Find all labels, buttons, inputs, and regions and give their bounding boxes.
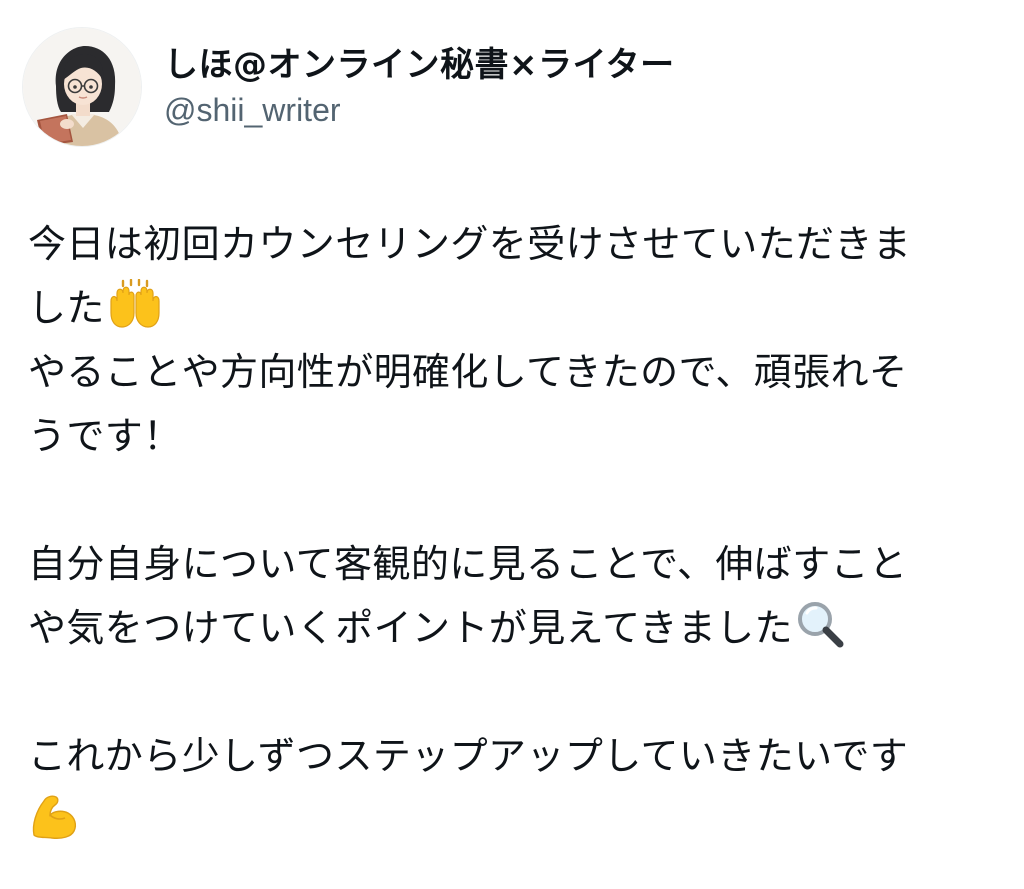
display-name[interactable]: しほ@オンライン秘書×ライター: [164, 43, 675, 87]
text-line: や気をつけていくポイントが見えてきました: [28, 596, 988, 660]
post-header: しほ@オンライン秘書×ライター @shii_writer: [22, 27, 675, 147]
user-info: しほ@オンライン秘書×ライター @shii_writer: [164, 43, 675, 131]
text-line: 今日は初回カウンセリングを受けさせていただきま: [28, 222, 912, 266]
text-line: やることや方向性が明確化してきたので、頑張れそ: [28, 350, 908, 394]
raising-hands-emoji-icon: [107, 279, 163, 329]
text-line: した: [28, 276, 988, 340]
paragraph-2: 自分自身について客観的に見ることで、伸ばすこと や気をつけていくポイントが見えて…: [28, 532, 988, 660]
user-handle[interactable]: @shii_writer: [164, 89, 675, 131]
avatar-illustration-icon: [23, 28, 141, 146]
avatar[interactable]: [22, 27, 142, 147]
text-line: これから少しずつステップアップしていきたいです: [28, 734, 909, 778]
text-line: 自分自身について客観的に見ることで、伸ばすこと: [28, 542, 908, 586]
flexed-biceps-emoji-icon: [28, 791, 80, 841]
paragraph-3: これから少しずつステップアップしていきたいです: [28, 724, 988, 852]
post-text: 今日は初回カウンセリングを受けさせていただきま した やることや方向性が明確化し…: [28, 212, 988, 852]
text-line: [28, 788, 988, 852]
magnifying-glass-emoji-icon: [795, 599, 845, 649]
text-line: うです！: [28, 414, 182, 458]
paragraph-1: 今日は初回カウンセリングを受けさせていただきま した やることや方向性が明確化し…: [28, 212, 988, 468]
